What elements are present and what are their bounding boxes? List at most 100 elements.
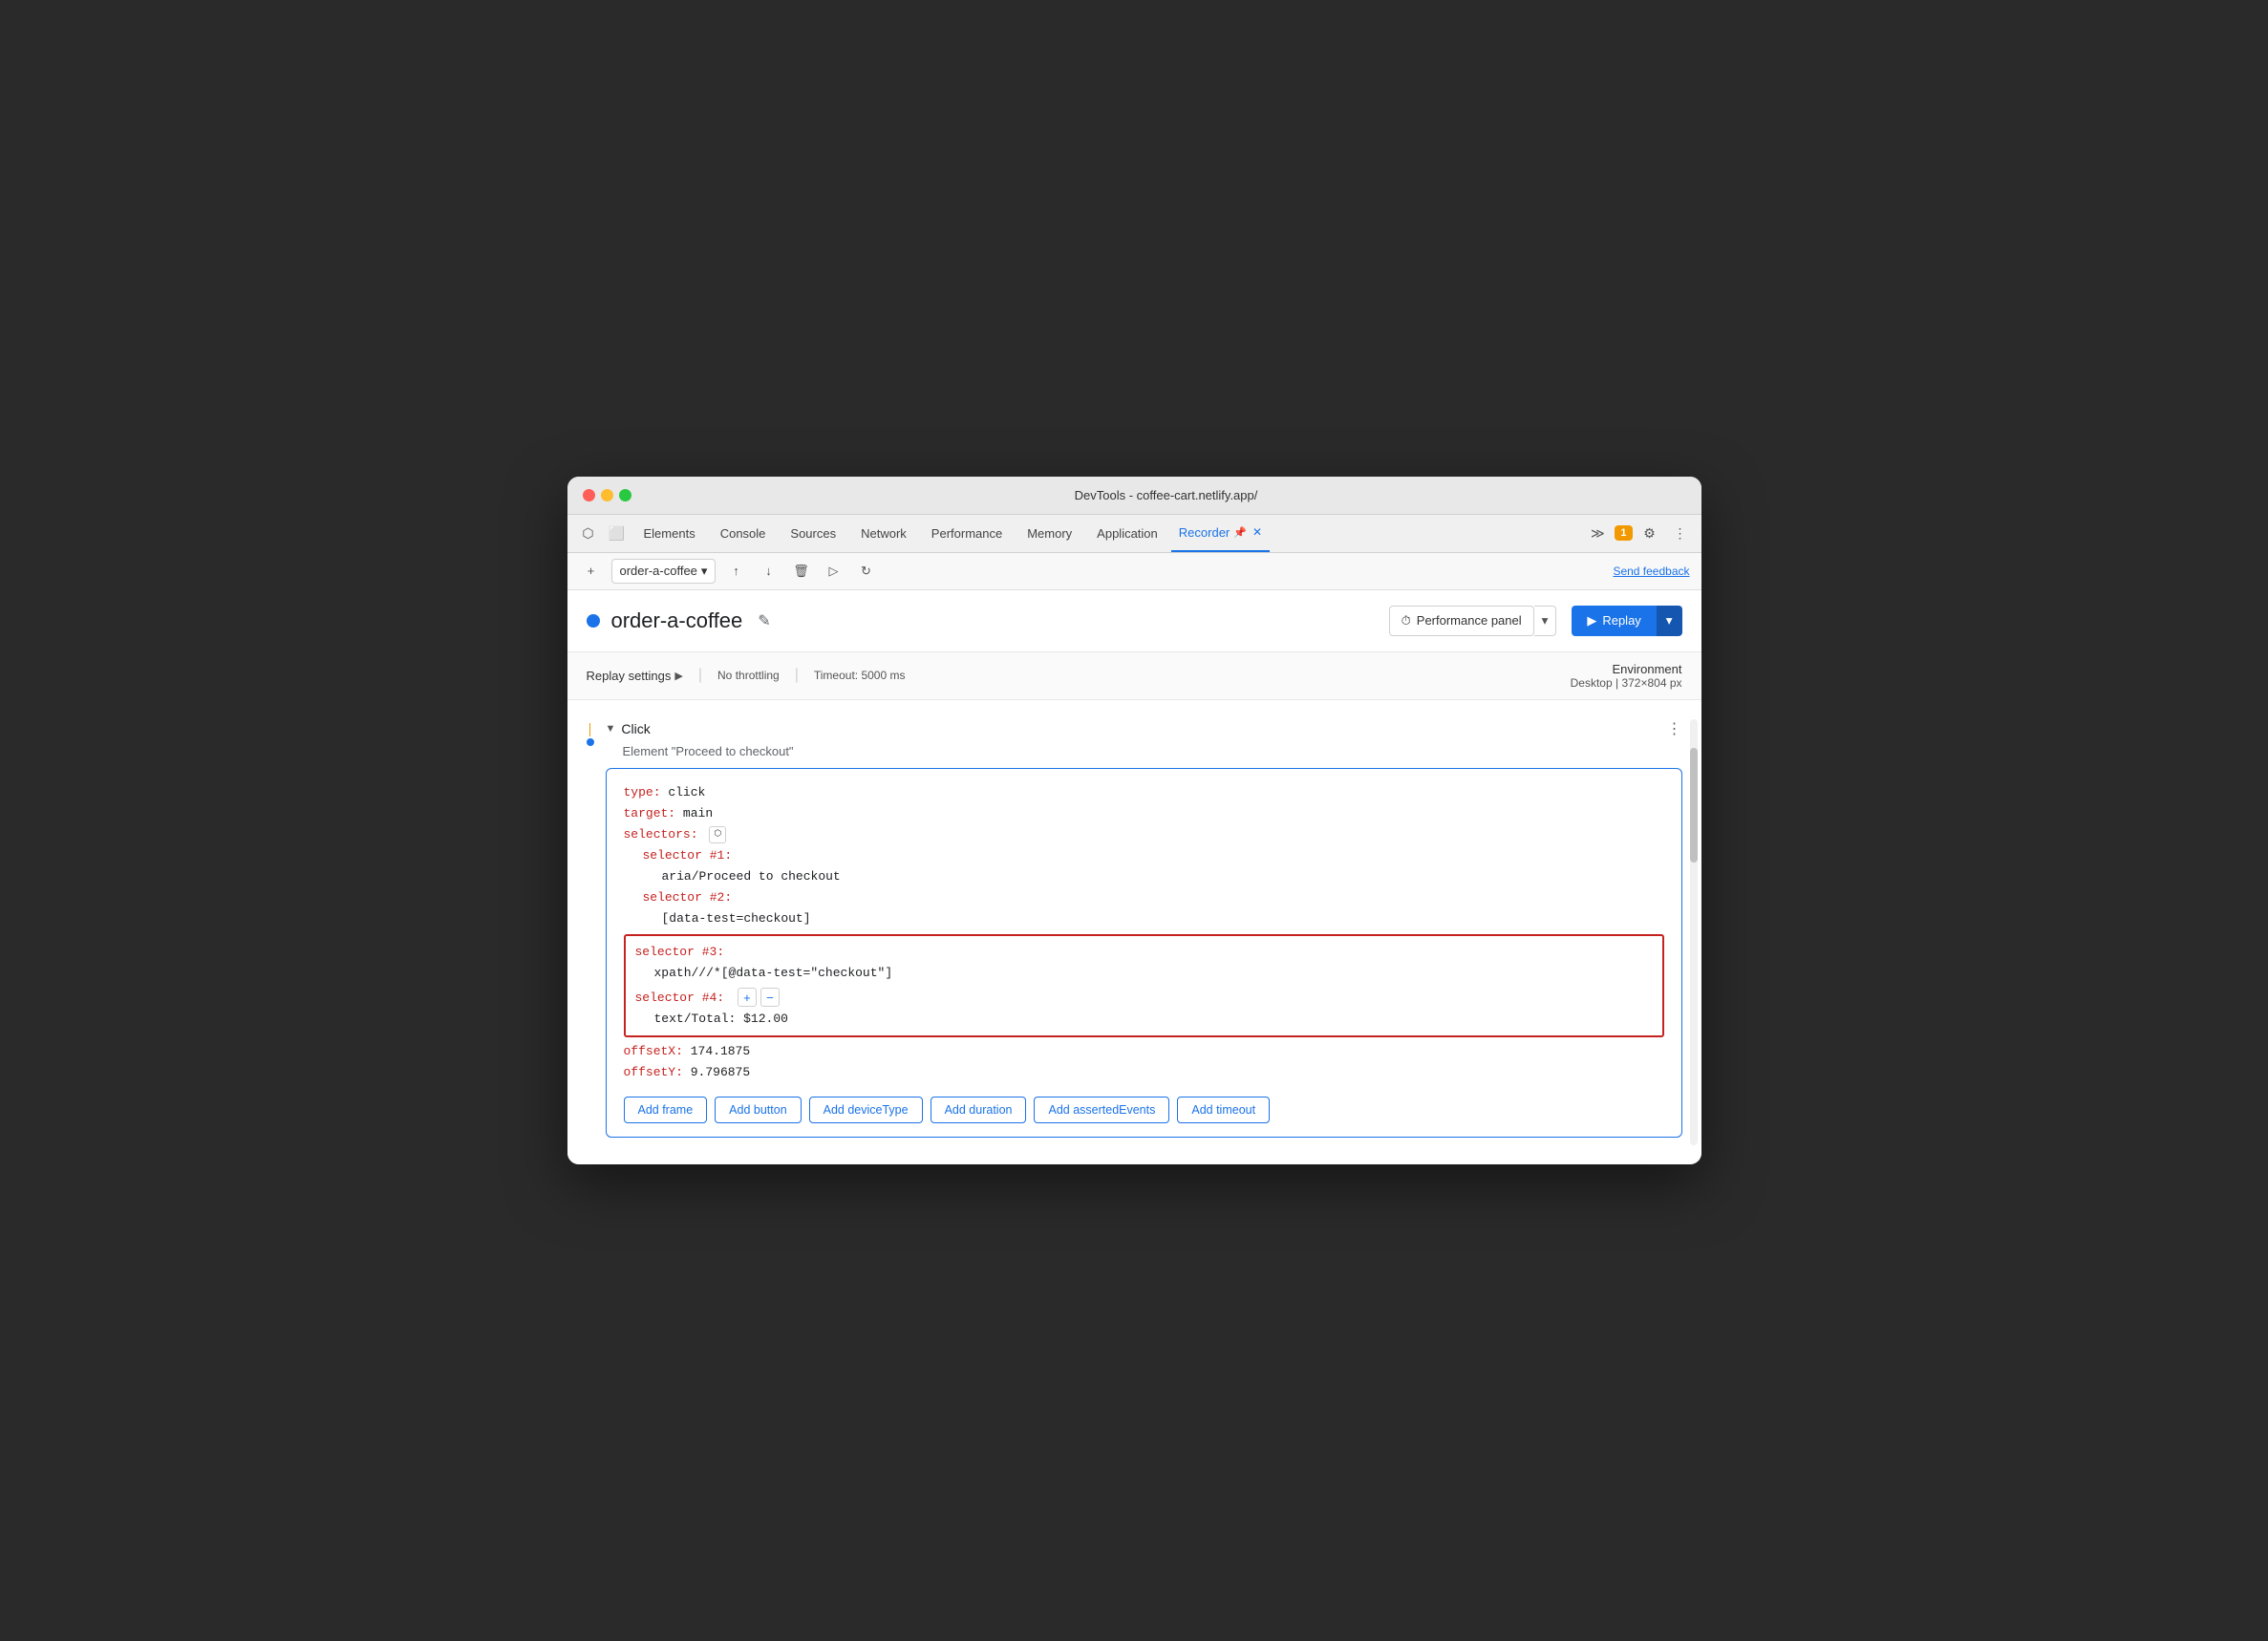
cursor-icon[interactable]: ⬡ — [575, 520, 602, 546]
recorder-close-icon[interactable]: ✕ — [1252, 525, 1262, 539]
code-offsetY-line: offsetY: 9.796875 — [624, 1062, 1664, 1083]
replay-settings-text: Replay settings — [587, 669, 672, 683]
export-icon[interactable]: ↑ — [723, 559, 748, 584]
step-expand-icon[interactable]: ▼ — [606, 723, 616, 735]
selector-1-block: selector #1: aria/Proceed to checkout — [643, 845, 1664, 887]
environment-label: Environment — [1571, 662, 1682, 676]
maximize-button[interactable] — [619, 489, 631, 501]
step-indicator-dot — [587, 738, 594, 746]
environment-device: Desktop — [1571, 676, 1613, 690]
selector-2-block: selector #2: [data-test=checkout] — [643, 887, 1664, 929]
selector-3-key: selector #3: — [635, 945, 725, 959]
code-offsetY-val: 9.796875 — [691, 1065, 750, 1079]
title-bar: DevTools - coffee-cart.netlify.app/ — [567, 477, 1701, 515]
code-selectors-key: selectors: — [624, 827, 698, 842]
redo-icon[interactable]: ↻ — [853, 559, 878, 584]
tab-performance[interactable]: Performance — [920, 515, 1014, 552]
tab-network[interactable]: Network — [849, 515, 918, 552]
replay-settings-arrow-icon: ▶ — [674, 670, 682, 682]
action-buttons: Add frame Add button Add deviceType Add … — [624, 1097, 1664, 1123]
step-container: ▼ Click ⋮ Element "Proceed to checkout" … — [587, 719, 1682, 1138]
performance-panel-icon: ⏱ — [1401, 613, 1411, 629]
selector-highlighted-block: selector #3: xpath///*[@data-test="check… — [624, 934, 1664, 1037]
code-target-val: main — [683, 806, 713, 820]
tab-elements[interactable]: Elements — [632, 515, 707, 552]
tab-memory[interactable]: Memory — [1016, 515, 1083, 552]
environment-dimensions: 372×804 px — [1621, 676, 1681, 690]
recording-title: order-a-coffee — [611, 608, 743, 633]
close-button[interactable] — [583, 489, 595, 501]
tab-application[interactable]: Application — [1085, 515, 1169, 552]
settings-separator-2: | — [795, 667, 799, 684]
selector-add-button[interactable]: + — [738, 988, 757, 1007]
notification-badge: 1 — [1615, 525, 1632, 541]
minimize-button[interactable] — [601, 489, 613, 501]
tab-console[interactable]: Console — [709, 515, 778, 552]
code-offsetY-key: offsetY: — [624, 1065, 683, 1079]
selector-4-val: text/Total: $12.00 — [654, 1012, 788, 1026]
code-target-line: target: main — [624, 803, 1664, 824]
step-code-block: type: click target: main selectors: ⬡ — [606, 768, 1682, 1138]
recording-name-select[interactable]: order-a-coffee ▾ — [611, 559, 717, 584]
code-offsetX-line: offsetX: 174.1875 — [624, 1041, 1664, 1062]
add-frame-button[interactable]: Add frame — [624, 1097, 708, 1123]
selector-1-key: selector #1: — [643, 848, 733, 863]
more-tabs-icon[interactable]: ≫ — [1584, 520, 1611, 546]
step-more-options-icon[interactable]: ⋮ — [1667, 719, 1682, 738]
chevron-down-icon: ▾ — [701, 564, 708, 579]
selector-mode-icon[interactable]: ⬡ — [709, 826, 726, 843]
selector-1-val: aria/Proceed to checkout — [662, 869, 841, 884]
replay-play-icon: ▶ — [1587, 613, 1596, 629]
add-asserted-events-button[interactable]: Add assertedEvents — [1034, 1097, 1169, 1123]
timeout-setting: Timeout: 5000 ms — [814, 669, 906, 682]
device-icon[interactable]: ⬜ — [604, 520, 631, 546]
recording-status-dot — [587, 614, 600, 628]
tab-recorder[interactable]: Recorder 📌 ✕ — [1171, 515, 1270, 552]
recording-name-label: order-a-coffee — [620, 564, 697, 578]
performance-panel-label: Performance panel — [1417, 613, 1522, 628]
timeline-line — [589, 723, 590, 736]
traffic-lights — [583, 489, 631, 501]
delete-icon[interactable]: 🗑 — [788, 559, 813, 584]
code-selectors-line: selectors: ⬡ — [624, 824, 1664, 845]
step-type: Click — [621, 721, 650, 736]
code-type-key: type: — [624, 785, 661, 799]
performance-panel-chevron[interactable]: ▾ — [1534, 606, 1557, 636]
step-header: ▼ Click ⋮ — [606, 719, 1682, 738]
settings-icon[interactable]: ⚙ — [1637, 520, 1663, 546]
environment-detail: Desktop | 372×804 px — [1571, 676, 1682, 690]
environment-section: Environment Desktop | 372×804 px — [1571, 662, 1682, 690]
step-description: Element "Proceed to checkout" — [623, 744, 1682, 758]
add-duration-button[interactable]: Add duration — [931, 1097, 1027, 1123]
header-actions: ⏱ Performance panel ▾ ▶ Replay ▾ — [1389, 606, 1682, 636]
tab-sources[interactable]: Sources — [779, 515, 847, 552]
replay-button[interactable]: ▶ Replay — [1572, 606, 1656, 636]
add-device-type-button[interactable]: Add deviceType — [809, 1097, 923, 1123]
window-title: DevTools - coffee-cart.netlify.app/ — [647, 488, 1686, 502]
scrollbar-thumb[interactable] — [1690, 748, 1698, 863]
replay-settings-toggle[interactable]: Replay settings ▶ — [587, 669, 683, 683]
send-feedback-link[interactable]: Send feedback — [1613, 565, 1689, 578]
import-icon[interactable]: ↓ — [756, 559, 781, 584]
new-recording-button[interactable]: + — [579, 559, 604, 584]
replay-settings-bar: Replay settings ▶ | No throttling | Time… — [567, 652, 1701, 700]
recording-content: ▼ Click ⋮ Element "Proceed to checkout" … — [567, 700, 1701, 1164]
play-icon[interactable]: ▷ — [821, 559, 845, 584]
code-type-val: click — [668, 785, 705, 799]
edit-recording-icon[interactable]: ✎ — [758, 611, 770, 630]
more-options-icon[interactable]: ⋮ — [1667, 520, 1694, 546]
selector-remove-button[interactable]: − — [760, 988, 780, 1007]
add-timeout-button[interactable]: Add timeout — [1177, 1097, 1270, 1123]
recorder-pin-icon: 📌 — [1233, 526, 1247, 539]
content-area: order-a-coffee ✎ ⏱ Performance panel ▾ ▶… — [567, 590, 1701, 1164]
replay-label: Replay — [1602, 613, 1640, 628]
add-button-button[interactable]: Add button — [715, 1097, 801, 1123]
selector-2-key: selector #2: — [643, 890, 733, 905]
selector-2-val: [data-test=checkout] — [662, 911, 811, 926]
step-item: ▼ Click ⋮ Element "Proceed to checkout" … — [606, 719, 1682, 1138]
throttling-setting: No throttling — [717, 669, 780, 682]
tab-bar: ⬡ ⬜ Elements Console Sources Network Per… — [567, 515, 1701, 553]
replay-chevron-button[interactable]: ▾ — [1657, 606, 1682, 636]
performance-panel-button[interactable]: ⏱ Performance panel — [1389, 606, 1534, 636]
selector-3-val: xpath///*[@data-test="checkout"] — [654, 966, 893, 980]
